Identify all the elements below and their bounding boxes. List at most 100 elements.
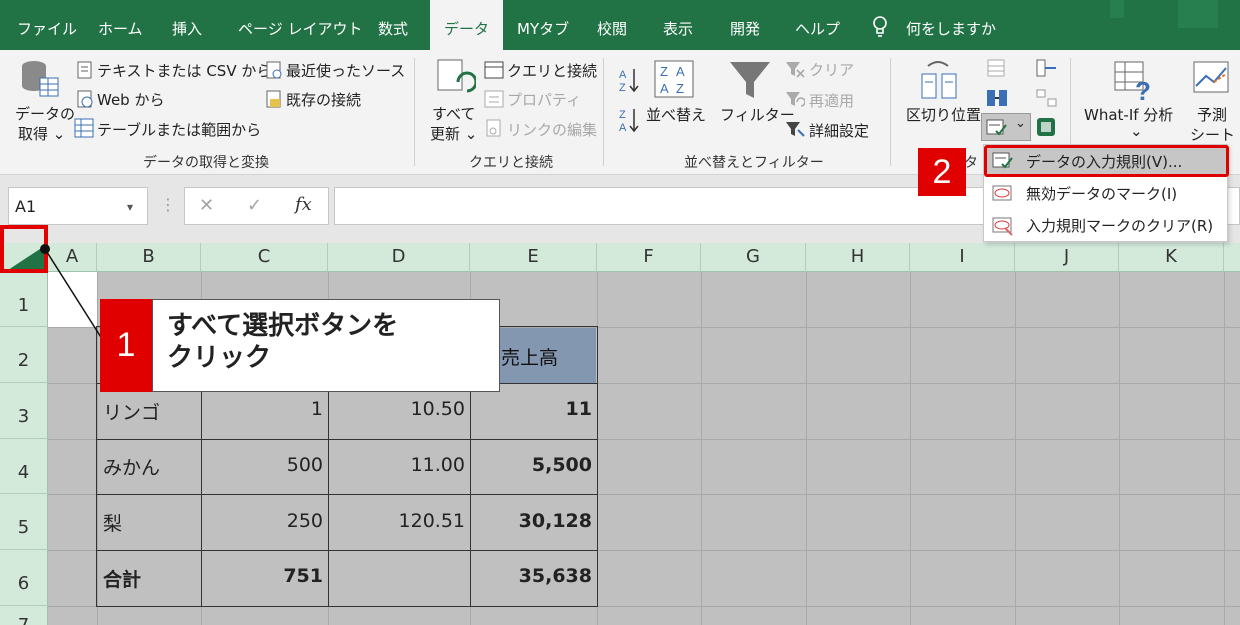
column-header-j[interactable]: J [1015,243,1119,272]
menu-item-circle-invalid[interactable]: 無効データのマーク(I) [984,178,1229,210]
gridline [701,272,702,625]
existing-connections-icon [266,90,281,108]
clear-filter-icon [786,62,805,78]
reapply-button[interactable]: 再適用 [809,90,854,111]
formula-buttons: ✕ ✓ fx [184,187,329,225]
advanced-filter-button[interactable]: 詳細設定 [809,120,869,141]
refresh-all-dropdown[interactable]: 更新 ⌄ [430,123,477,144]
column-header-h[interactable]: H [806,243,910,272]
cancel-icon[interactable]: ✕ [199,195,214,216]
table-cell-sales[interactable]: 5,500 [470,454,592,476]
table-cell-price[interactable]: 120.51 [328,510,465,532]
row-header-2[interactable]: 2 [0,327,48,383]
column-header-c[interactable]: C [201,243,328,272]
tab-home[interactable]: ホーム [98,0,143,50]
table-cell-qty[interactable]: 250 [201,510,323,532]
column-header-f[interactable]: F [597,243,701,272]
row-header-1[interactable]: 1 [0,272,48,327]
table-cell-qty[interactable]: 1 [201,398,323,420]
clear-validation-circles-icon [992,217,1013,236]
tab-data[interactable]: データ [430,0,504,50]
edit-links-icon [486,119,501,137]
menu-item-clear-circles[interactable]: 入力規則マークのクリア(R) [984,210,1229,242]
chevron-down-icon[interactable]: ▾ [127,188,133,226]
table-cell-price[interactable]: 11.00 [328,454,465,476]
group-label-get-transform: データの取得と変換 [143,155,269,171]
what-if-analysis-icon: ? [1114,61,1151,102]
table-cell-sales[interactable]: 30,128 [470,510,592,532]
table-cell-product[interactable]: みかん [103,453,160,480]
tab-view[interactable]: 表示 [663,0,693,50]
row-header-5[interactable]: 5 [0,494,48,550]
column-header-d[interactable]: D [328,243,470,272]
what-if-dropdown[interactable]: ⌄ [1130,122,1143,140]
group-label-sort-filter: 並べ替えとフィルター [684,155,824,171]
table-cell-sales[interactable]: 11 [470,398,592,420]
tab-my-tab[interactable]: MYタブ [517,0,569,50]
name-box-value: A1 [15,197,37,216]
refresh-all-button[interactable]: すべて [432,103,475,124]
group-separator [890,58,891,166]
from-web-button[interactable]: Web から [97,89,164,110]
row-header-3[interactable]: 3 [0,383,48,439]
queries-connections-icon [484,61,504,79]
column-header-k[interactable]: K [1119,243,1224,272]
from-table-button[interactable]: テーブルまたは範囲から [97,119,261,140]
gridline [1015,272,1016,625]
group-separator [414,58,415,166]
column-header-g[interactable]: G [701,243,806,272]
filter-button[interactable]: フィルター [720,104,795,125]
get-data-button[interactable]: データの [15,103,75,124]
from-text-csv-button[interactable]: テキストまたは CSV から [97,60,271,81]
column-header-l[interactable] [1224,243,1240,272]
menu-item-data-validation[interactable]: データの入力規則(V)... [984,145,1229,177]
table-icon [74,118,94,138]
remove-duplicates-icon [987,90,1007,106]
forecast-sheet-icon [1193,61,1229,93]
insert-function-icon[interactable]: fx [295,194,312,215]
gridline [1224,272,1225,625]
column-header-e[interactable]: E [470,243,597,272]
tell-me-search[interactable]: 何をしますか [906,0,996,50]
svg-text:A: A [619,69,627,81]
table-cell-product[interactable]: リンゴ [103,398,160,425]
tab-formulas[interactable]: 数式 [378,0,408,50]
table-cell-qty[interactable]: 500 [201,454,323,476]
table-cell-product[interactable]: 梨 [103,509,122,536]
text-to-columns-button[interactable]: 区切り位置 [906,104,981,125]
tab-help[interactable]: ヘルプ [795,0,840,50]
table-cell-price[interactable]: 10.50 [328,398,465,420]
cell-a1[interactable] [48,272,97,327]
clear-filter-button[interactable]: クリア [809,59,854,80]
table-cell-total-qty[interactable]: 751 [201,565,323,587]
column-header-a[interactable]: A [48,243,97,272]
properties-button[interactable]: プロパティ [507,89,581,110]
text-to-columns-icon [921,61,957,99]
manage-data-model-icon [1037,118,1055,136]
tab-review[interactable]: 校閲 [597,0,627,50]
table-cell-total-label[interactable]: 合計 [103,565,141,592]
row-header-4[interactable]: 4 [0,439,48,494]
edit-links-button[interactable]: リンクの編集 [507,119,597,140]
tab-page-layout[interactable]: ページ レイアウト [238,0,362,50]
row-header-7[interactable]: 7 [0,606,48,625]
column-header-b[interactable]: B [97,243,201,272]
table-cell-total-sales[interactable]: 35,638 [470,565,592,587]
sort-button[interactable]: 並べ替え [646,104,706,125]
recent-sources-button[interactable]: 最近使ったソース [286,60,405,81]
forecast-sheet-button[interactable]: 予測 [1197,104,1227,125]
column-header-i[interactable]: I [910,243,1015,272]
group-separator [603,58,604,166]
enter-icon[interactable]: ✓ [247,195,262,216]
queries-connections-button[interactable]: クエリと接続 [507,60,597,81]
data-validation-split-button[interactable]: ⌄ [981,113,1031,141]
menu-item-label: 無効データのマーク(I) [1026,185,1178,203]
existing-connections-button[interactable]: 既存の接続 [286,89,361,110]
name-box[interactable]: A1 ▾ [8,187,148,225]
what-if-analysis-button[interactable]: What-If 分析 [1084,104,1173,125]
get-data-dropdown[interactable]: 取得 ⌄ [18,123,65,144]
tab-developer[interactable]: 開発 [730,0,760,50]
tab-insert[interactable]: 挿入 [172,0,202,50]
tab-file[interactable]: ファイル [17,0,77,50]
row-header-6[interactable]: 6 [0,550,48,606]
